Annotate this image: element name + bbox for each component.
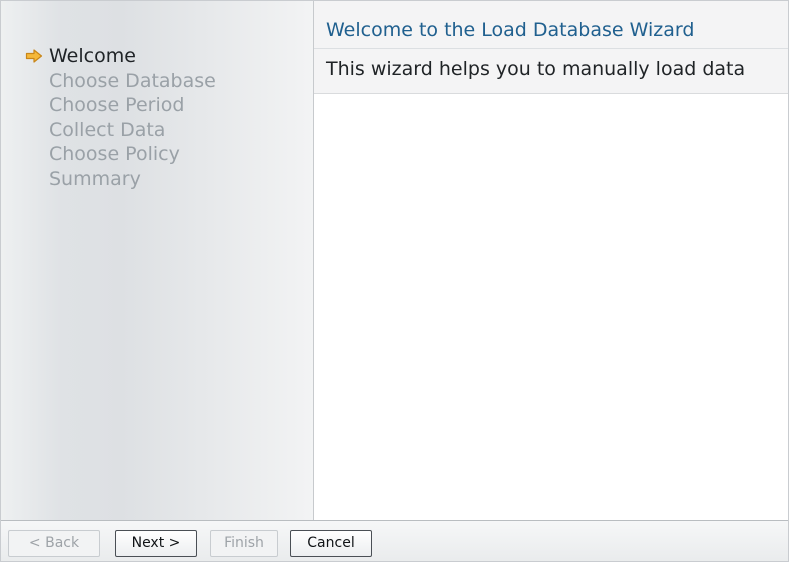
step-label: Choose Period: [49, 94, 185, 116]
cancel-button[interactable]: Cancel: [290, 530, 372, 557]
step-summary: Summary: [1, 167, 216, 192]
step-label: Welcome: [49, 45, 136, 67]
load-database-wizard-window: Welcome Choose Database Choose Period Co…: [0, 0, 789, 562]
wizard-button-bar: < Back Next > Finish Cancel: [1, 520, 788, 561]
title-divider: [314, 48, 788, 49]
page-description: This wizard helps you to manually load d…: [326, 58, 746, 80]
wizard-steps-panel: Welcome Choose Database Choose Period Co…: [1, 1, 314, 520]
step-label: Summary: [49, 167, 141, 190]
next-button[interactable]: Next >: [115, 530, 197, 557]
wizard-page-header: Welcome to the Load Database Wizard This…: [314, 1, 788, 94]
step-collect-data: Collect Data: [1, 118, 216, 143]
wizard-content-pane: Welcome to the Load Database Wizard This…: [314, 1, 788, 520]
step-welcome: Welcome: [1, 44, 216, 69]
right-arrow-icon: [25, 44, 45, 68]
step-choose-database: Choose Database: [1, 69, 216, 94]
step-choose-period: Choose Period: [1, 93, 216, 118]
wizard-step-list: Welcome Choose Database Choose Period Co…: [1, 44, 216, 191]
step-label: Choose Database: [49, 69, 216, 92]
step-label: Choose Policy: [49, 143, 180, 165]
page-title: Welcome to the Load Database Wizard: [326, 19, 695, 41]
back-button[interactable]: < Back: [8, 530, 100, 557]
finish-button[interactable]: Finish: [210, 530, 278, 557]
step-label: Collect Data: [49, 118, 166, 141]
step-choose-policy: Choose Policy: [1, 142, 216, 167]
